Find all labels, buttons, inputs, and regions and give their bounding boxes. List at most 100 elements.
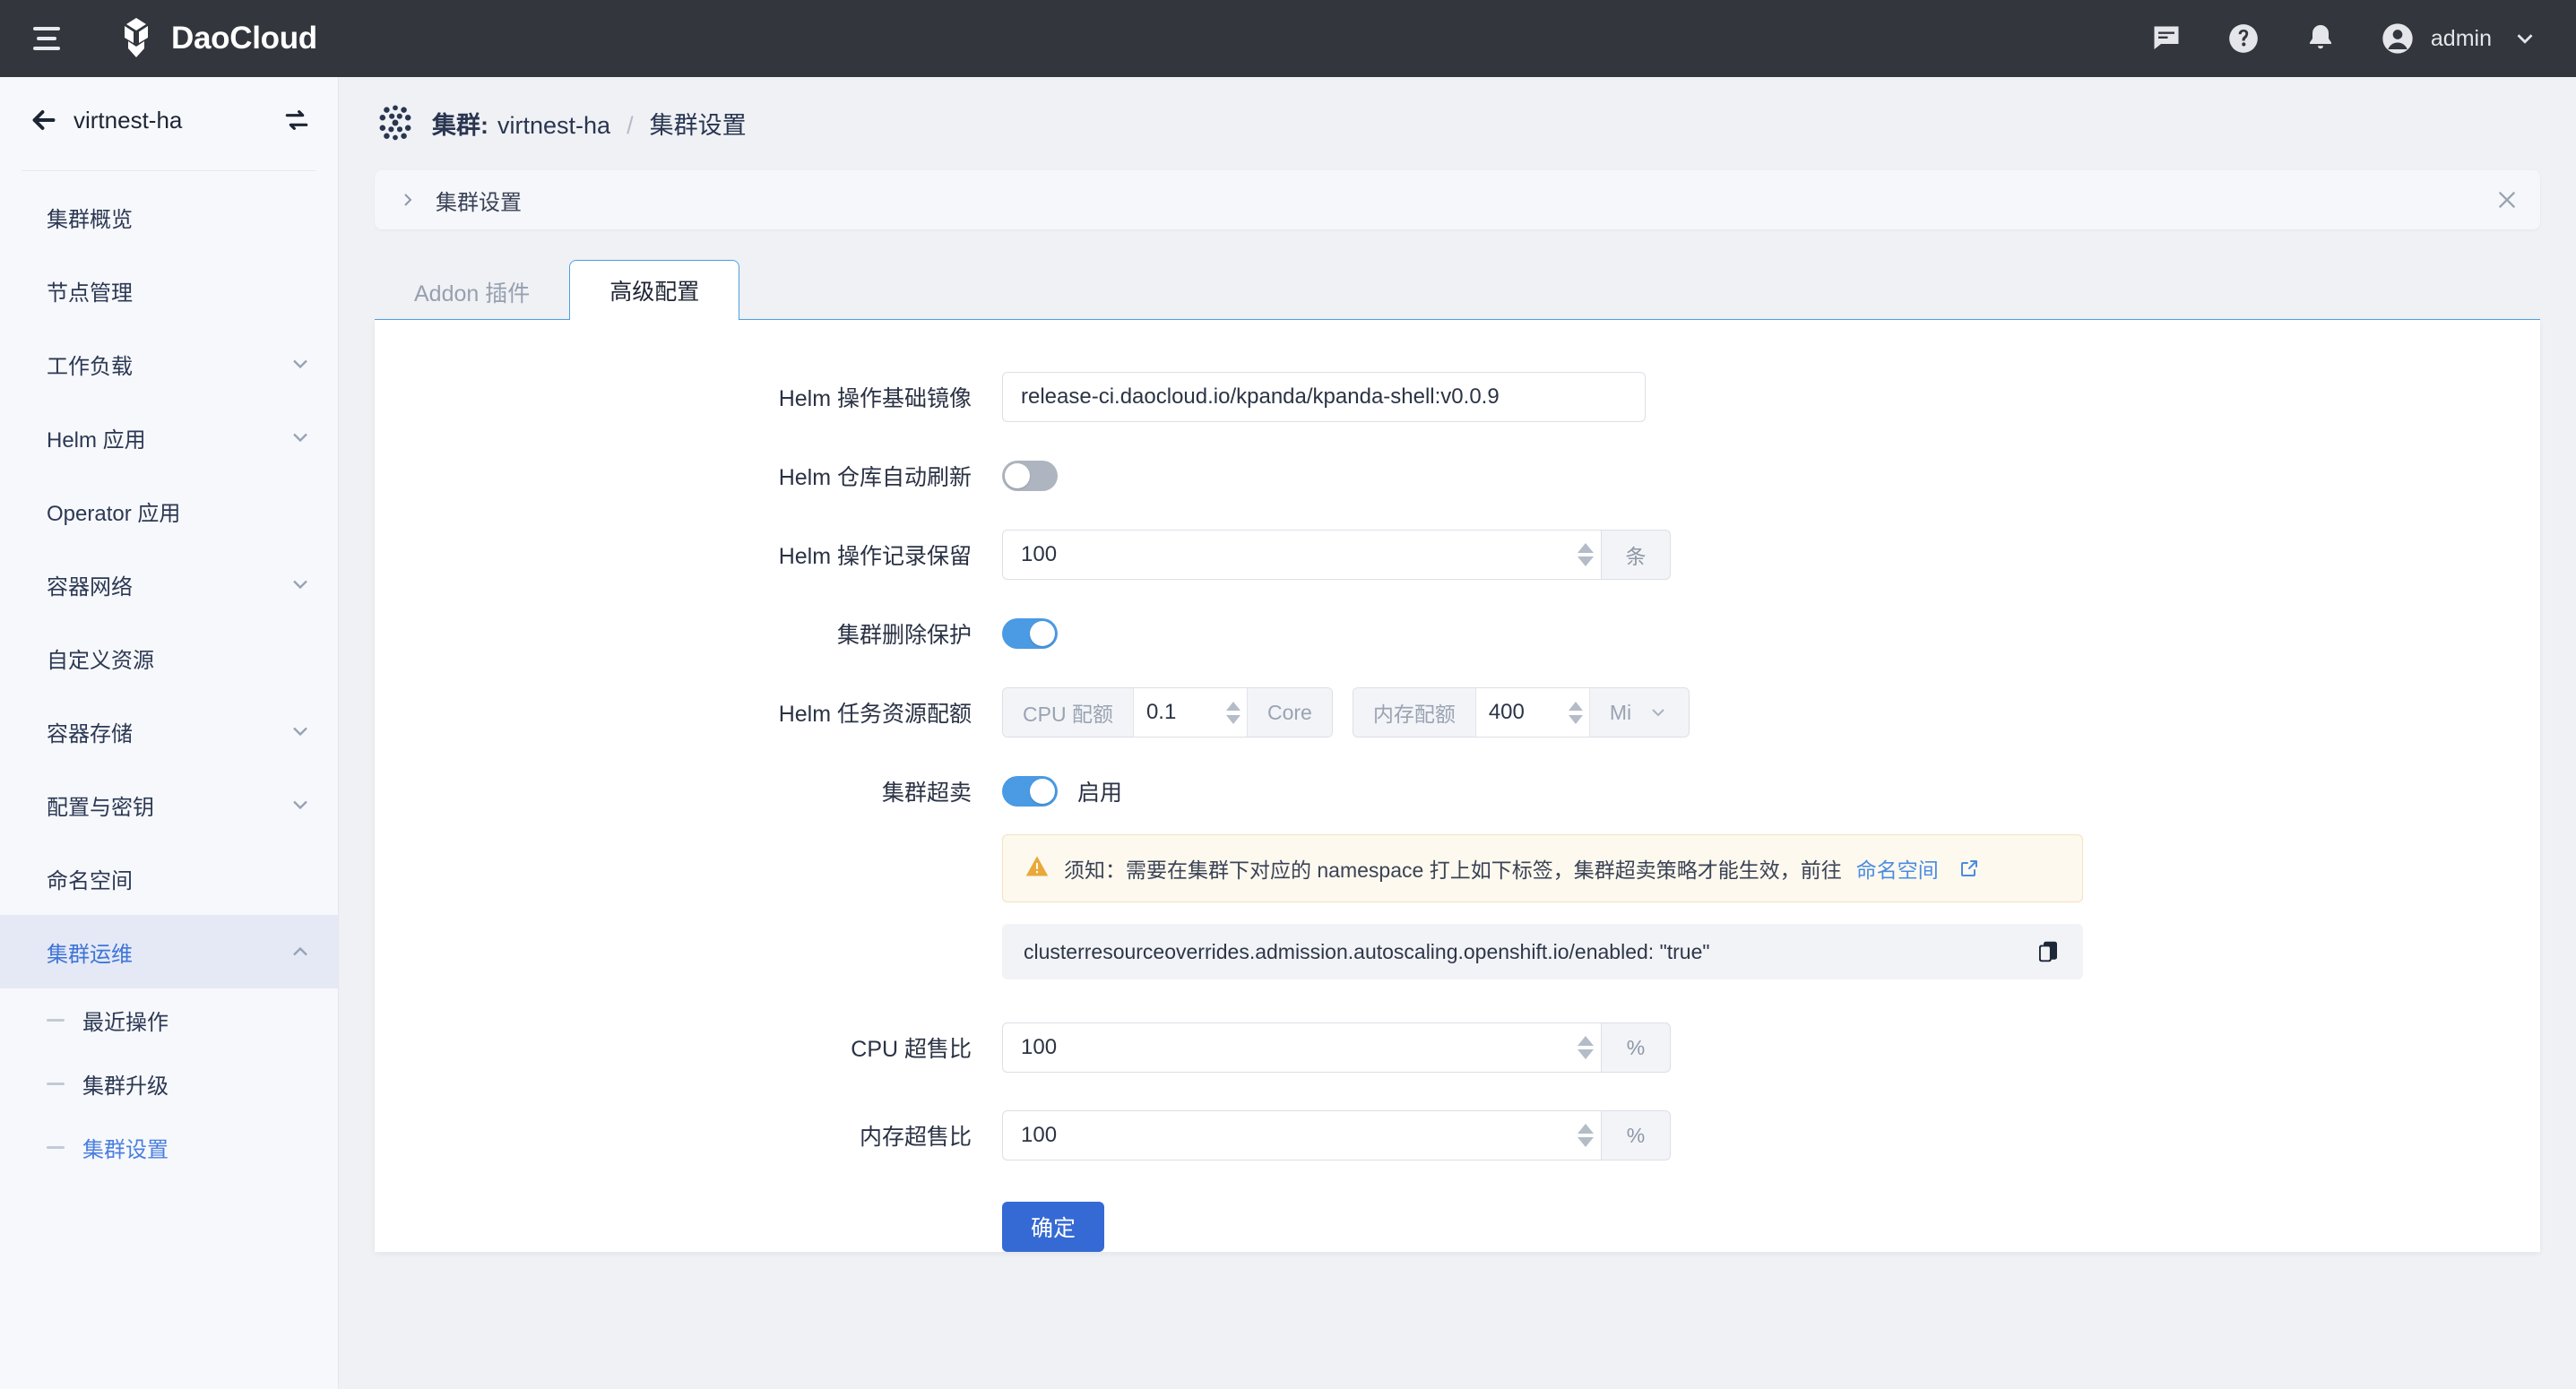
field-helm-repo-auto-refresh: Helm 仓库自动刷新 <box>375 460 2540 492</box>
helm-repo-auto-refresh-toggle[interactable] <box>1002 461 1058 491</box>
memory-quota-stepper[interactable] <box>1562 688 1589 737</box>
field-helm-base-image: Helm 操作基础镜像 release-ci.daocloud.io/kpand… <box>375 372 2540 422</box>
memory-oversell-ratio-input[interactable]: 100 <box>1002 1110 1570 1160</box>
sidebar-item-container-storage[interactable]: 容器存储 <box>0 694 338 768</box>
cluster-dots-icon <box>375 102 416 143</box>
oversell-notice-row: 须知：需要在集群下对应的 namespace 打上如下标签，集群超卖策略才能生效… <box>375 834 2540 902</box>
sidebar-item-label: Helm 应用 <box>47 422 146 453</box>
oversell-code-row: clusterresourceoverrides.admission.autos… <box>375 924 2540 979</box>
sidebar-subitem-cluster-settings[interactable]: 集群设置 <box>0 1116 338 1179</box>
cluster-oversell-toggle-text: 启用 <box>1077 775 1122 807</box>
helm-record-retain-input[interactable]: 100 <box>1002 530 1570 580</box>
helm-base-image-input[interactable]: release-ci.daocloud.io/kpanda/kpanda-she… <box>1002 372 1646 422</box>
field-label: Helm 仓库自动刷新 <box>375 460 1002 492</box>
sidebar-item-custom-resources[interactable]: 自定义资源 <box>0 621 338 694</box>
sidebar-subitem-recent-operations[interactable]: 最近操作 <box>0 988 338 1052</box>
memory-oversell-ratio-stepper[interactable] <box>1570 1110 1601 1160</box>
topbar-actions: admin <box>2148 20 2576 57</box>
hamburger-icon[interactable] <box>27 19 66 58</box>
sidebar-item-label: 集群概览 <box>47 202 133 233</box>
sidebar-item-helm-apps[interactable]: Helm 应用 <box>0 401 338 474</box>
memory-quota-input[interactable]: 400 <box>1476 688 1562 737</box>
brand[interactable]: DaoCloud <box>117 18 317 59</box>
daocloud-logo-icon <box>117 18 156 59</box>
sidebar-item-cluster-operations[interactable]: 集群运维 <box>0 915 338 988</box>
cpu-quota-stepper[interactable] <box>1220 688 1247 737</box>
sidebar-item-label: 节点管理 <box>47 275 133 306</box>
breadcrumb-text: 集群: virtnest-ha / 集群设置 <box>432 106 747 141</box>
cpu-quota-unit: Core <box>1247 688 1332 737</box>
field-label: CPU 超售比 <box>375 1031 1002 1064</box>
brand-name: DaoCloud <box>171 21 317 56</box>
chevron-down-icon <box>288 572 313 597</box>
sidebar-subitem-label: 集群升级 <box>82 1068 169 1100</box>
sidebar-item-label: 集群运维 <box>47 936 133 968</box>
sidebar-item-label: Operator 应用 <box>47 496 180 527</box>
warning-triangle-icon <box>1024 854 1050 884</box>
cluster-delete-protection-toggle[interactable] <box>1002 618 1058 649</box>
sidebar-item-container-network[interactable]: 容器网络 <box>0 548 338 621</box>
external-link-icon[interactable] <box>1958 858 1980 879</box>
sidebar-item-namespaces[interactable]: 命名空间 <box>0 841 338 915</box>
chevron-down-icon <box>288 792 313 817</box>
help-icon[interactable] <box>2225 20 2262 57</box>
breadcrumb-cluster[interactable]: virtnest-ha <box>497 112 610 140</box>
confirm-button[interactable]: 确定 <box>1002 1202 1104 1252</box>
tab-advanced-config[interactable]: 高级配置 <box>569 260 739 319</box>
dash-icon <box>47 1019 65 1022</box>
sidebar-item-operator-apps[interactable]: Operator 应用 <box>0 474 338 548</box>
chevron-down-icon[interactable] <box>2506 20 2544 57</box>
sidebar-item-workloads[interactable]: 工作负载 <box>0 327 338 401</box>
settings-card: Helm 操作基础镜像 release-ci.daocloud.io/kpand… <box>375 319 2540 1252</box>
sidebar-subitem-label: 最近操作 <box>82 1005 169 1036</box>
close-icon[interactable] <box>2495 188 2519 211</box>
field-label: Helm 操作基础镜像 <box>375 381 1002 413</box>
field-helm-record-retain: Helm 操作记录保留 100 条 <box>375 530 2540 580</box>
collapse-panel-header[interactable]: 集群设置 <box>375 170 2540 229</box>
top-bar: DaoCloud <box>0 0 2576 77</box>
user-menu[interactable]: admin <box>2379 20 2544 57</box>
memory-quota-prefix-label: 内存配额 <box>1353 688 1476 737</box>
chevron-down-icon <box>288 351 313 376</box>
sidebar-item-cluster-overview[interactable]: 集群概览 <box>0 180 338 254</box>
breadcrumb: 集群: virtnest-ha / 集群设置 <box>339 77 2576 143</box>
bell-icon[interactable] <box>2302 20 2339 57</box>
cpu-quota-input[interactable]: 0.1 <box>1134 688 1220 737</box>
breadcrumb-prefix: 集群: <box>432 106 488 141</box>
namespace-link[interactable]: 命名空间 <box>1856 853 1939 884</box>
cluster-oversell-toggle[interactable] <box>1002 776 1058 807</box>
submit-row: 确定 <box>375 1202 2540 1252</box>
message-icon[interactable] <box>2148 20 2185 57</box>
tab-label: 高级配置 <box>609 274 699 306</box>
oversell-notice: 须知：需要在集群下对应的 namespace 打上如下标签，集群超卖策略才能生效… <box>1002 834 2083 902</box>
sidebar-item-config-and-secrets[interactable]: 配置与密钥 <box>0 768 338 841</box>
field-label: Helm 操作记录保留 <box>375 539 1002 571</box>
field-memory-oversell-ratio: 内存超售比 100 % <box>375 1110 2540 1160</box>
sidebar-item-label: 容器网络 <box>47 569 133 600</box>
chevron-right-icon[interactable] <box>396 189 419 211</box>
breadcrumb-separator: / <box>627 112 634 140</box>
memory-quota-unit-select[interactable]: Mi <box>1589 688 1689 737</box>
sidebar-subitem-cluster-upgrade[interactable]: 集群升级 <box>0 1052 338 1116</box>
oversell-label-code: clusterresourceoverrides.admission.autos… <box>1024 940 1710 964</box>
sidebar-item-node-management[interactable]: 节点管理 <box>0 254 338 327</box>
sidebar-subitem-label: 集群设置 <box>82 1132 169 1163</box>
field-label: 集群超卖 <box>375 775 1002 807</box>
field-cpu-oversell-ratio: CPU 超售比 100 % <box>375 1022 2540 1073</box>
dash-icon <box>47 1146 65 1149</box>
cpu-oversell-ratio-stepper[interactable] <box>1570 1022 1601 1073</box>
arrow-left-icon[interactable] <box>23 99 65 141</box>
memory-quota-unit-value: Mi <box>1610 701 1631 725</box>
copy-icon[interactable] <box>2035 938 2062 965</box>
sync-icon[interactable] <box>279 102 315 138</box>
tab-addon-plugins[interactable]: Addon 插件 <box>375 265 569 319</box>
helm-record-retain-stepper[interactable] <box>1570 530 1601 580</box>
sidebar-item-label: 工作负载 <box>47 349 133 380</box>
sidebar-item-label: 命名空间 <box>47 863 133 894</box>
breadcrumb-current: 集群设置 <box>650 106 747 141</box>
cpu-oversell-ratio-input[interactable]: 100 <box>1002 1022 1570 1073</box>
cpu-quota-prefix-label: CPU 配额 <box>1003 688 1134 737</box>
chevron-down-icon <box>288 719 313 744</box>
sidebar-item-label: 容器存储 <box>47 716 133 747</box>
chevron-down-icon <box>288 425 313 450</box>
